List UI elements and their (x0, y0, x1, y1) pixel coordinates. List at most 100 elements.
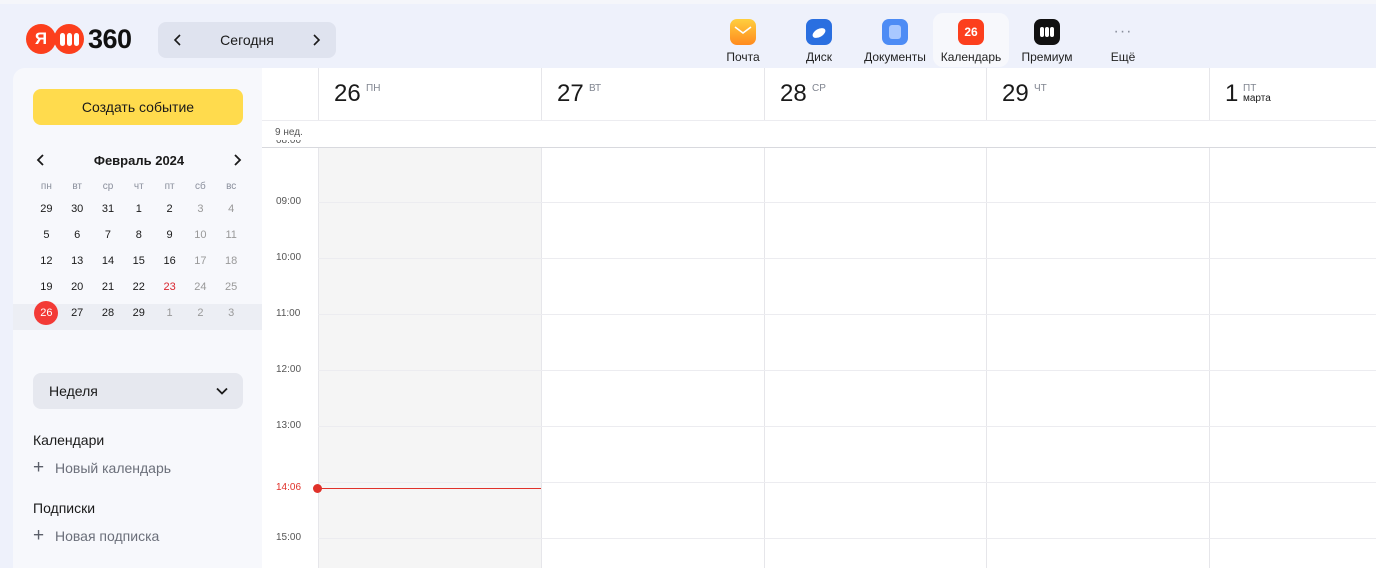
app-mail[interactable]: Почта (705, 13, 781, 67)
mini-calendar-day[interactable]: 31 (93, 196, 124, 222)
view-select-value: Неделя (49, 383, 98, 399)
mini-calendar-day[interactable]: 11 (216, 222, 247, 248)
hour-line (318, 370, 1376, 371)
new-calendar-link[interactable]: + Новый календарь (33, 458, 171, 477)
app-more[interactable]: ··· Ещё (1085, 13, 1161, 67)
mini-calendar-week: 29 30 31 1 2 3 4 (31, 196, 247, 222)
time-label: 12:00 (276, 364, 302, 375)
mini-calendar-day[interactable]: 10 (185, 222, 216, 248)
app-label: Ещё (1110, 50, 1136, 64)
mini-calendar-day[interactable]: 1 (123, 196, 154, 222)
day-month: марта (1243, 93, 1271, 104)
day-column[interactable] (764, 148, 987, 568)
day-column[interactable] (541, 148, 764, 568)
chevron-right-icon[interactable] (296, 22, 336, 58)
view-select[interactable]: Неделя (33, 373, 243, 409)
mini-calendar-day[interactable]: 23 (154, 274, 185, 300)
mini-calendar-day[interactable]: 1 (154, 300, 185, 326)
today-button[interactable]: Сегодня (198, 32, 296, 48)
services-bar: Почта Диск Документы 26 Календарь Премиу… (705, 13, 1161, 67)
mini-calendar-week: 5 6 7 8 9 10 11 (31, 222, 247, 248)
new-subscription-link[interactable]: + Новая подписка (33, 526, 159, 545)
day-header-thu[interactable]: 29 ЧТ (986, 68, 1209, 120)
mini-calendar-day[interactable]: 7 (93, 222, 124, 248)
mini-calendar-day[interactable]: 20 (62, 274, 93, 300)
mini-calendar-day[interactable]: 17 (185, 248, 216, 274)
app-disk[interactable]: Диск (781, 13, 857, 67)
mini-calendar-day[interactable]: 3 (185, 196, 216, 222)
mini-calendar-day[interactable]: 2 (185, 300, 216, 326)
day-header-mon[interactable]: 26 ПН (318, 68, 541, 120)
mini-calendar-title: Февраль 2024 (93, 152, 185, 168)
week-view: 26 ПН 27 ВТ 28 СР 29 ЧТ 1 ПТ марта 9 нед… (262, 68, 1376, 568)
day-number: 1 (1225, 80, 1239, 107)
mini-calendar-day[interactable]: 28 (93, 300, 124, 326)
app-documents[interactable]: Документы (857, 13, 933, 67)
mini-calendar-day[interactable]: 27 (62, 300, 93, 326)
mini-calendar-day[interactable]: 25 (216, 274, 247, 300)
mini-calendar-day[interactable]: 6 (62, 222, 93, 248)
mini-calendar: пн вт ср чт пт сб вс 29 30 31 1 2 3 4 5 … (31, 178, 247, 326)
mini-calendar-day[interactable]: 14 (93, 248, 124, 274)
mail-icon (730, 19, 756, 45)
date-navigator: Сегодня (158, 22, 336, 58)
day-column[interactable] (986, 148, 1209, 568)
create-event-button[interactable]: Создать событие (33, 89, 243, 125)
day-header-wed[interactable]: 28 СР (764, 68, 987, 120)
mini-calendar-day[interactable]: 30 (62, 196, 93, 222)
day-header-fri[interactable]: 1 ПТ марта (1209, 68, 1376, 120)
current-time-dot (313, 484, 322, 493)
chevron-left-icon[interactable] (158, 22, 198, 58)
mini-calendar-day[interactable]: 5 (31, 222, 62, 248)
plus-icon: + (33, 525, 45, 546)
calendars-title: Календари (33, 432, 105, 448)
mini-calendar-day[interactable]: 8 (123, 222, 154, 248)
app-premium[interactable]: Премиум (1009, 13, 1085, 67)
weekday-label: пт (164, 181, 175, 192)
chevron-left-icon[interactable] (33, 150, 49, 170)
mini-calendar-day[interactable]: 9 (154, 222, 185, 248)
day-number: 27 (557, 80, 584, 107)
mini-calendar-day[interactable]: 22 (123, 274, 154, 300)
app-label: Диск (805, 50, 833, 64)
mini-calendar-week: 12 13 14 15 16 17 18 (31, 248, 247, 274)
mini-calendar-day[interactable]: 3 (216, 300, 247, 326)
chevron-right-icon[interactable] (229, 150, 245, 170)
mini-calendar-today[interactable]: 26 (31, 300, 62, 326)
mini-calendar-day[interactable]: 4 (216, 196, 247, 222)
yandex-logo-icon: Я (26, 24, 56, 54)
mini-calendar-week-current: 26 27 28 29 1 2 3 (31, 300, 247, 326)
mini-calendar-day[interactable]: 16 (154, 248, 185, 274)
mini-calendar-day[interactable]: 29 (31, 196, 62, 222)
mini-calendar-today-label: 26 (40, 307, 53, 319)
app-calendar[interactable]: 26 Календарь (933, 13, 1009, 67)
weekday-label: вт (72, 181, 83, 192)
mini-calendar-day[interactable]: 29 (123, 300, 154, 326)
day-column-today[interactable] (318, 148, 541, 568)
new-subscription-label: Новая подписка (55, 527, 160, 544)
mini-calendar-day[interactable]: 2 (154, 196, 185, 222)
weekday-label: пн (40, 181, 52, 192)
plus-icon: + (33, 457, 45, 478)
current-time-line (318, 488, 541, 489)
time-label: 11:00 (276, 308, 301, 319)
mini-calendar-weekdays: пн вт ср чт пт сб вс (31, 178, 247, 196)
time-label: 10:00 (276, 252, 302, 263)
mini-calendar-day[interactable]: 15 (123, 248, 154, 274)
logo-360-circle-icon (54, 24, 84, 54)
app-label: Календарь (940, 50, 1002, 64)
weekday-label: ср (102, 181, 114, 192)
mini-calendar-day[interactable]: 24 (185, 274, 216, 300)
mini-calendar-day[interactable]: 12 (31, 248, 62, 274)
all-day-row[interactable]: 9 нед. (262, 120, 1376, 148)
mini-calendar-day[interactable]: 19 (31, 274, 62, 300)
mini-calendar-day[interactable]: 21 (93, 274, 124, 300)
logo-text: 360 (88, 23, 132, 54)
chevron-down-icon (216, 387, 228, 395)
day-header-tue[interactable]: 27 ВТ (541, 68, 764, 120)
day-column[interactable] (1209, 148, 1376, 568)
mini-calendar-day[interactable]: 18 (216, 248, 247, 274)
mini-calendar-day[interactable]: 13 (62, 248, 93, 274)
time-grid[interactable]: 08:00 09:00 10:00 11:00 12:00 13:00 14:0… (262, 140, 1376, 568)
yandex-360-logo[interactable]: Я 360 (26, 22, 132, 56)
